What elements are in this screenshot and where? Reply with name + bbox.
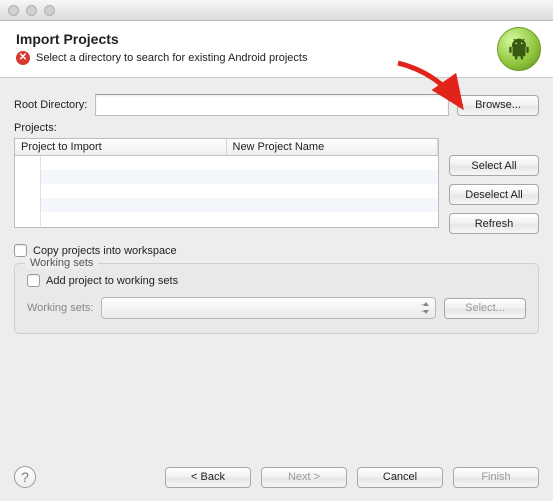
minimize-traffic-icon[interactable]: [26, 5, 37, 16]
browse-button[interactable]: Browse...: [457, 95, 539, 116]
working-sets-select-button[interactable]: Select...: [444, 298, 526, 319]
projects-table[interactable]: Project to Import New Project Name: [14, 138, 439, 228]
window-titlebar: [0, 0, 553, 21]
root-directory-input[interactable]: [95, 94, 449, 116]
add-to-working-sets-checkbox[interactable]: [27, 274, 40, 287]
table-row: [41, 198, 438, 212]
table-row: [41, 156, 438, 170]
column-new-project-name[interactable]: New Project Name: [227, 139, 439, 155]
deselect-all-button[interactable]: Deselect All: [449, 184, 539, 205]
help-icon[interactable]: ?: [14, 466, 36, 488]
next-button[interactable]: Next >: [261, 467, 347, 488]
table-rows: [41, 156, 438, 226]
root-directory-label: Root Directory:: [14, 99, 87, 111]
android-logo-icon: [497, 27, 541, 71]
error-icon: ✕: [16, 51, 30, 65]
back-button[interactable]: < Back: [165, 467, 251, 488]
copy-projects-label: Copy projects into workspace: [33, 245, 177, 257]
table-row: [41, 170, 438, 184]
table-row: [41, 212, 438, 226]
cancel-button[interactable]: Cancel: [357, 467, 443, 488]
close-traffic-icon[interactable]: [8, 5, 19, 16]
dialog-footer: ? < Back Next > Cancel Finish: [0, 453, 553, 501]
zoom-traffic-icon[interactable]: [44, 5, 55, 16]
copy-projects-checkbox[interactable]: [14, 244, 27, 257]
projects-label: Projects:: [14, 122, 539, 134]
working-sets-combo[interactable]: [101, 297, 436, 319]
stepper-icon: [421, 301, 431, 315]
working-sets-group: Working sets Add project to working sets…: [14, 263, 539, 334]
table-row: [41, 184, 438, 198]
add-to-working-sets-label: Add project to working sets: [46, 275, 178, 287]
dialog-header: Import Projects ✕ Select a directory to …: [0, 21, 553, 78]
finish-button[interactable]: Finish: [453, 467, 539, 488]
page-subtitle: Select a directory to search for existin…: [36, 52, 307, 64]
page-title: Import Projects: [16, 31, 537, 47]
table-checkbox-gutter: [15, 156, 41, 226]
column-project-to-import[interactable]: Project to Import: [15, 139, 227, 155]
select-all-button[interactable]: Select All: [449, 155, 539, 176]
refresh-button[interactable]: Refresh: [449, 213, 539, 234]
working-sets-combo-label: Working sets:: [27, 302, 93, 314]
working-sets-group-title: Working sets: [25, 257, 98, 269]
